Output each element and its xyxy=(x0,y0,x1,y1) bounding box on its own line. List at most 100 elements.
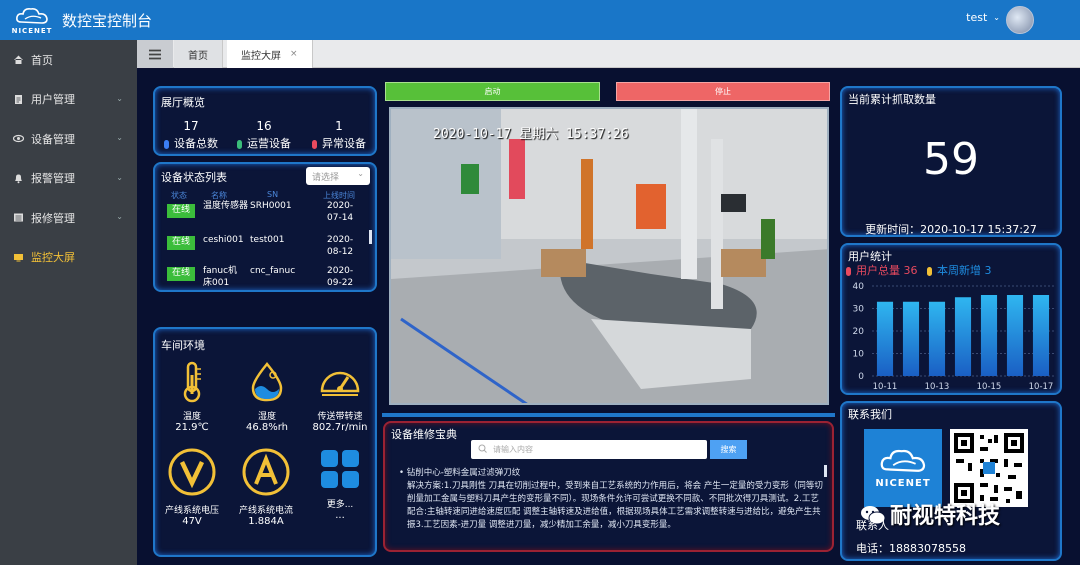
env-more[interactable]: 更多... ... xyxy=(305,447,375,521)
sidebar-item-label: 首页 xyxy=(31,53,53,67)
sidebar: 首页 用户管理 ⌄ 设备管理 ⌄ 报警管理 ⌄ 报修管理 ⌄ 监控大屏 xyxy=(0,40,137,565)
stat-dot xyxy=(237,139,242,149)
sidebar-item-repairs[interactable]: 报修管理 ⌄ xyxy=(0,198,137,238)
device-date: 2020-09-22 xyxy=(327,266,354,288)
env-value: 1.884A xyxy=(248,516,284,527)
sidebar-item-alarms[interactable]: 报警管理 ⌄ xyxy=(0,159,137,199)
panel-title: 车间环境 xyxy=(161,339,205,352)
env-value: 47V xyxy=(182,516,202,527)
env-temperature: 温度 21.9℃ xyxy=(157,361,227,433)
qr-code xyxy=(950,429,1028,507)
stat-running: 16 运营设备 xyxy=(224,119,304,151)
entry-title: • 钻削中心-塑料金属过滤弹刀纹 xyxy=(399,468,521,478)
home-icon xyxy=(14,55,23,65)
env-current: 产线系统电流 1.884A xyxy=(231,447,301,527)
cloud-logo-icon xyxy=(16,7,48,24)
env-label: 产线系统电压 xyxy=(164,506,219,516)
y-tick-label: 10 xyxy=(853,350,865,360)
stat-label-text: 设备总数 xyxy=(174,137,218,150)
bar xyxy=(980,295,998,376)
search-button[interactable]: 搜索 xyxy=(710,440,747,459)
environment-panel: 车间环境 温度 21.9℃ 湿度 46.8%rh 传送带转速 802.7r/mi… xyxy=(153,327,377,557)
env-label: 传送带转速 xyxy=(317,412,363,422)
x-tick-label: 10-17 xyxy=(1029,382,1054,392)
menu-toggle-button[interactable] xyxy=(137,40,173,68)
sidebar-item-users[interactable]: 用户管理 ⌄ xyxy=(0,80,137,120)
device-date: 2020-07-14 xyxy=(327,201,354,223)
stop-button[interactable]: 停止 xyxy=(616,82,830,101)
tab-label: 首页 xyxy=(188,50,208,62)
device-date: 2020-08-12 xyxy=(327,235,354,257)
chevron-down-icon: ⌄ xyxy=(116,212,123,221)
document-icon xyxy=(15,94,22,104)
sidebar-item-home[interactable]: 首页 xyxy=(0,40,137,80)
device-sn: cnc_fanuc xyxy=(250,266,296,276)
device-filter-select[interactable]: 请选择 ⌄ xyxy=(306,167,370,185)
env-value: ... xyxy=(335,510,345,521)
contact-person: 联系人 xyxy=(856,519,889,532)
col-sn: SN xyxy=(267,190,279,199)
legend-dot-total xyxy=(846,266,851,276)
env-value: 46.8%rh xyxy=(245,422,289,433)
stat-label: 设备总数 xyxy=(151,135,231,151)
env-label: 温度 xyxy=(182,412,201,422)
stat-dot xyxy=(312,139,317,149)
maintenance-entry: • 钻削中心-塑料金属过滤弹刀纹 解决方案:1.刀具刚性 刀具在切削过程中，受到… xyxy=(399,467,827,532)
avatar[interactable] xyxy=(1006,6,1034,34)
user-stats-panel: 用户统计 用户总量 36 本周新增 3 0 10 20 30 40 10-11 10-13 1… xyxy=(840,243,1062,395)
status-badge: 在线 xyxy=(167,267,195,281)
app-logo[interactable]: NICENET xyxy=(8,0,56,40)
device-name: 温度传感器 xyxy=(203,201,249,211)
bar xyxy=(954,297,972,376)
user-menu[interactable]: test ⌄ xyxy=(966,11,1000,24)
scrollbar[interactable] xyxy=(369,230,372,244)
panel-title: 展厅概览 xyxy=(161,96,205,109)
maintenance-search-input[interactable]: 请输入内容 xyxy=(471,440,707,459)
camera-scene-image xyxy=(391,109,827,403)
cloud-logo-icon xyxy=(880,449,926,472)
contact-phone: 电话：18883078558 xyxy=(856,542,966,555)
search-icon xyxy=(478,444,487,453)
stat-label: 异常设备 xyxy=(299,135,379,151)
list-icon xyxy=(14,213,23,222)
close-icon[interactable]: × xyxy=(290,49,298,59)
counter-value: 59 xyxy=(923,134,979,185)
speedometer-icon xyxy=(320,371,360,396)
monitor-dashboard: 展厅概览 17 设备总数 16 运营设备 1 异常设备 设备状态列表 请选择 ⌄… xyxy=(137,69,1080,565)
tab-home[interactable]: 首页 xyxy=(174,40,223,68)
ampere-icon xyxy=(242,448,290,496)
contact-panel: 联系我们 NICENET 耐视特科技 联系人 电话：18883078558 xyxy=(840,401,1062,561)
stat-label-text: 异常设备 xyxy=(322,137,366,150)
device-list-panel: 设备状态列表 请选择 ⌄ 状态 名称 SN 上线时间 在线 温度传感器 SRH0… xyxy=(153,162,377,292)
sidebar-item-devices[interactable]: 设备管理 ⌄ xyxy=(0,119,137,159)
table-row[interactable]: 在线 fanuc机床001 cnc_fanuc 2020-09-22 xyxy=(155,265,375,290)
stat-total: 17 设备总数 xyxy=(151,119,231,151)
hamburger-icon xyxy=(149,49,161,59)
top-bar: NICENET 数控宝控制台 test ⌄ xyxy=(0,0,1080,40)
user-stats-chart: 0 10 20 30 40 10-11 10-13 10-15 10-17 xyxy=(853,282,1054,392)
eye-icon xyxy=(13,135,24,143)
env-label: 湿度 xyxy=(257,412,276,422)
env-label: 更多... xyxy=(326,500,354,510)
y-tick-label: 20 xyxy=(853,327,865,337)
chevron-down-icon: ⌄ xyxy=(116,172,123,182)
tab-monitor[interactable]: 监控大屏 × xyxy=(227,40,313,68)
update-time: 更新时间：2020-10-17 15:37:27 xyxy=(865,223,1037,236)
env-value: 21.9℃ xyxy=(175,422,209,433)
chevron-down-icon: ⌄ xyxy=(116,93,123,103)
table-row[interactable]: 在线 温度传感器 SRH0001 2020-07-14 xyxy=(155,200,375,234)
start-button[interactable]: 启动 xyxy=(385,82,600,101)
company-logo: NICENET xyxy=(864,429,942,507)
y-tick-label: 40 xyxy=(853,282,865,292)
sidebar-item-monitor[interactable]: 监控大屏 xyxy=(0,238,137,278)
video-timestamp: 2020-10-17 星期六 15:37:26 xyxy=(433,127,629,142)
sidebar-item-label: 用户管理 xyxy=(31,93,75,107)
device-name: ceshi001 xyxy=(203,235,244,245)
logo-text: NICENET xyxy=(875,478,931,489)
table-row[interactable]: 在线 ceshi001 test001 2020-08-12 xyxy=(155,234,375,268)
wechat-name: 耐视特科技 xyxy=(890,504,1001,529)
chevron-down-icon: ⌄ xyxy=(993,13,1000,22)
status-badge: 在线 xyxy=(167,236,195,250)
scrollbar[interactable] xyxy=(824,465,827,477)
bell-icon xyxy=(15,174,22,184)
